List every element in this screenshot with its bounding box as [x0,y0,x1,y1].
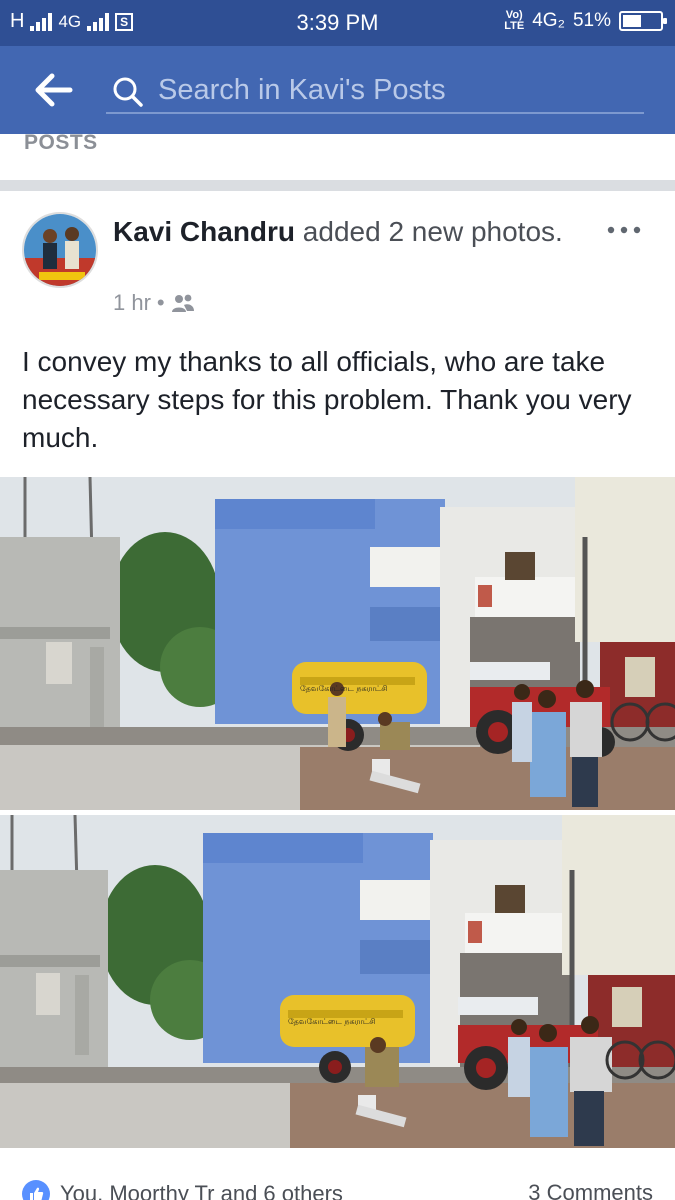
section-label: POSTS [24,131,98,154]
divider [0,180,675,191]
battery-icon [619,11,667,31]
comments-count[interactable]: 3 Comments [528,1180,653,1200]
search-input[interactable]: Search in Kavi's Posts [106,68,644,114]
battery-percent: 51% [572,10,611,31]
status-right: Vo) LTE 4G₂ 51% [504,9,667,32]
post-action: added 2 new photos. [295,216,563,247]
network-type-right: 4G₂ [532,10,565,31]
meta-separator: • [156,290,165,315]
photo-1-image [0,477,675,810]
svg-text:தேவகோட்டை நகராட்சி: தேவகோட்டை நகராட்சி [300,684,388,693]
like-icon [22,1180,50,1200]
tanker-label-2: தேவகோட்டை நகராட்சி [288,1017,376,1026]
volte-icon: Vo) LTE [504,9,525,32]
avatar[interactable] [22,212,98,288]
post-header-text: Kavi Chandru added 2 new photos. [113,214,583,250]
svg-text:தேவகோட்டை நகராட்சி: தேவகோட்டை நகராட்சி [288,1017,376,1026]
post-photo-1[interactable]: தேவகோட்டை நகராட்சி [0,477,675,810]
tanker-label-1: தேவகோட்டை நகராட்சி [300,684,388,693]
status-bar: H 4G S 3:39 PM Vo) LTE 4G₂ 51% [0,0,675,46]
search-placeholder: Search in Kavi's Posts [158,74,446,106]
app-bar: Search in Kavi's Posts [0,46,675,134]
photo-2-image [0,815,675,1148]
back-arrow-icon[interactable] [34,72,74,108]
reactions-text: You, Moorthy Tr and 6 others [60,1181,343,1200]
post-time[interactable]: 1 hr [113,290,151,316]
more-options-icon[interactable] [606,220,642,240]
author-name[interactable]: Kavi Chandru [113,216,295,247]
reactions-summary[interactable]: You, Moorthy Tr and 6 others [22,1180,343,1200]
post-meta: 1 hr • [113,290,195,316]
post-photo-2[interactable]: தேவகோட்டை நகராட்சி [0,815,675,1148]
post-footer: You, Moorthy Tr and 6 others 3 Comments [0,1172,675,1200]
search-icon [113,77,143,107]
friends-icon [171,294,194,312]
post-text: I convey my thanks to all officials, who… [22,346,632,453]
avatar-image [24,214,96,286]
